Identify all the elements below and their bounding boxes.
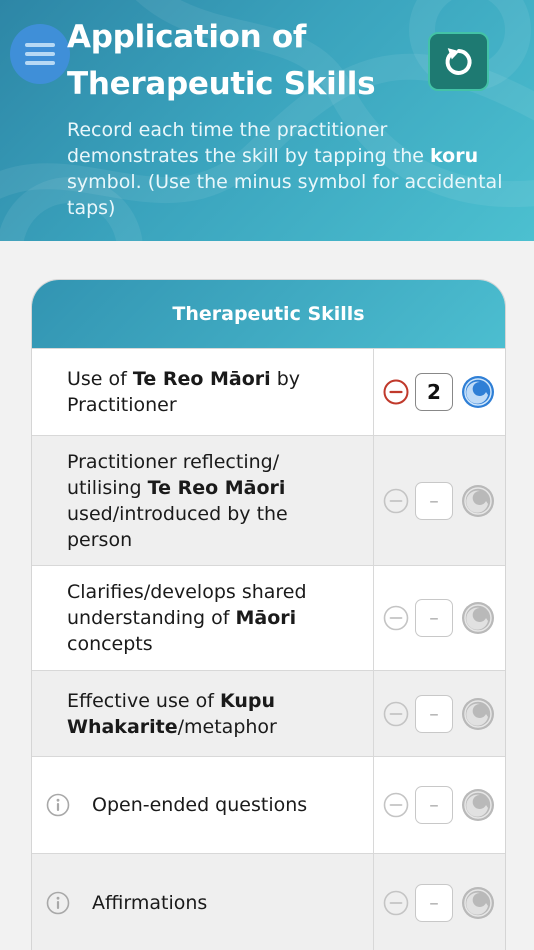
page-instructions: Record each time the practitioner demons… <box>67 117 507 221</box>
koru-icon[interactable] <box>461 601 495 635</box>
skills-card: Therapeutic Skills Use of Te Reo Māori b… <box>31 279 506 950</box>
skill-label: Use of Te Reo Māori by Practitioner <box>32 349 374 435</box>
instructions-text-2: symbol. (Use the minus symbol for accide… <box>67 171 503 219</box>
skill-controls: – <box>374 671 505 756</box>
minus-circle-icon[interactable] <box>383 379 409 405</box>
tap-count: 2 <box>415 373 453 411</box>
skill-label: Affirmations <box>32 854 374 950</box>
skill-label-text: Affirmations <box>92 891 208 914</box>
koru-icon[interactable] <box>461 375 495 409</box>
page-title: Application of Therapeutic Skills <box>67 19 376 102</box>
tap-count: – <box>415 481 453 520</box>
skill-controls: – <box>374 436 505 565</box>
instructions-koru-word: koru <box>430 145 479 167</box>
menu-button[interactable] <box>10 24 70 84</box>
skill-label-bold: Te Reo Māori <box>147 476 286 499</box>
skill-label: Practitioner reflecting/ utilising Te Re… <box>32 436 374 565</box>
skill-label-bold: Māori <box>235 607 297 629</box>
skill-label: Open-ended questions <box>32 757 374 853</box>
skill-controls: – <box>374 757 505 853</box>
table-heading: Therapeutic Skills <box>32 280 505 348</box>
table-row: Open-ended questions – <box>32 756 505 853</box>
skill-label: Clarifies/develops shared understanding … <box>32 566 374 670</box>
minus-circle-icon[interactable] <box>383 488 409 514</box>
info-icon[interactable] <box>46 891 70 915</box>
table-row: Practitioner reflecting/ utilising Te Re… <box>32 435 505 565</box>
info-icon[interactable] <box>46 793 70 817</box>
tap-count: – <box>415 883 453 922</box>
table-row: Clarifies/develops shared understanding … <box>32 565 505 670</box>
skill-label: Effective use of Kupu Whakarite/metaphor <box>32 671 374 756</box>
skill-controls: – <box>374 566 505 670</box>
skill-label-text: Effective use of <box>67 689 220 712</box>
skill-label-text: Use of <box>67 368 133 390</box>
minus-circle-icon[interactable] <box>383 701 409 727</box>
table-row: Effective use of Kupu Whakarite/metaphor… <box>32 670 505 756</box>
minus-circle-icon[interactable] <box>383 890 409 916</box>
skill-label-text: used/introduced by the person <box>67 502 288 551</box>
tap-count: – <box>415 786 453 824</box>
skill-label-text: /metaphor <box>177 715 277 738</box>
table-row: Use of Te Reo Māori by Practitioner 2 <box>32 348 505 435</box>
minus-circle-icon[interactable] <box>383 792 409 818</box>
reset-button[interactable] <box>428 32 489 91</box>
skill-controls: – <box>374 854 505 950</box>
table-row: Affirmations – <box>32 853 505 950</box>
koru-icon[interactable] <box>461 697 495 731</box>
header: Application of Therapeutic Skills Record… <box>0 0 534 241</box>
skill-label-bold: Te Reo Māori <box>132 368 271 390</box>
tap-count: – <box>415 694 453 733</box>
minus-circle-icon[interactable] <box>383 605 409 631</box>
hamburger-icon <box>25 43 55 65</box>
skill-label-text: concepts <box>67 633 153 655</box>
koru-icon[interactable] <box>461 788 495 822</box>
skill-label-text: Open-ended questions <box>92 794 308 816</box>
instructions-text-1: Record each time the practitioner demons… <box>67 119 431 167</box>
koru-icon[interactable] <box>461 484 495 518</box>
table-heading-label: Therapeutic Skills <box>172 303 365 325</box>
skill-controls: 2 <box>374 349 505 435</box>
koru-icon[interactable] <box>461 886 495 920</box>
tap-count: – <box>415 599 453 637</box>
reset-icon <box>445 47 472 75</box>
